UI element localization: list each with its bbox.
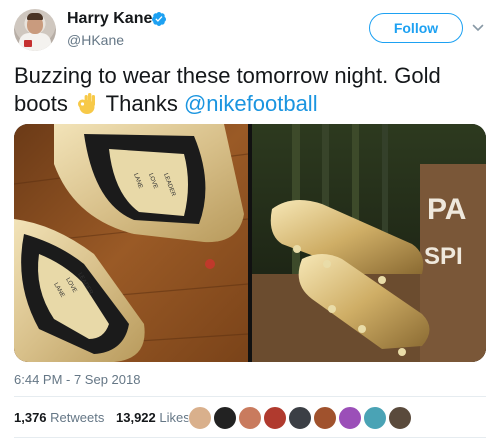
tweet-text: Buzzing to wear these tomorrow night. Go… — [14, 62, 484, 118]
retweets-label: Retweets — [50, 410, 105, 425]
liker-avatar[interactable] — [288, 406, 312, 430]
liker-avatar[interactable] — [263, 406, 287, 430]
sign-text-spi: SPI — [424, 243, 463, 270]
tweet-card: Harry Kane @HKane Follow Buzzing to wear… — [0, 0, 500, 440]
verified-badge-icon — [152, 12, 166, 26]
likes-count: 13,922 — [116, 410, 156, 425]
likes-label: Likes — [159, 410, 190, 425]
liker-avatar[interactable] — [363, 406, 387, 430]
liker-avatar[interactable] — [338, 406, 362, 430]
tweet-stats: 1,376 Retweets 13,922 Likes — [14, 410, 198, 425]
author-name[interactable]: Harry Kane — [67, 10, 152, 28]
mention-link[interactable]: @nikefootball — [184, 91, 318, 116]
liker-avatar[interactable] — [238, 406, 262, 430]
photo-gold-boots[interactable]: PA SPI — [252, 124, 486, 362]
ok-hand-icon — [77, 93, 95, 114]
photo-boot-insoles[interactable]: LANE LOVE LEADER LANE LOVE LEADER — [14, 124, 248, 362]
avatar-hair — [27, 13, 43, 20]
divider — [14, 396, 486, 397]
liker-avatar[interactable] — [188, 406, 212, 430]
retweets-count: 1,376 — [14, 410, 47, 425]
tweet-media[interactable]: LANE LOVE LEADER LANE LOVE LEADER PA SPI — [14, 124, 486, 362]
liker-avatar[interactable] — [213, 406, 237, 430]
chevron-down-icon[interactable] — [472, 22, 484, 34]
tweet-timestamp[interactable]: 6:44 PM - 7 Sep 2018 — [14, 372, 140, 387]
likes-stat[interactable]: 13,922 Likes — [116, 410, 190, 425]
liker-avatar[interactable] — [388, 406, 412, 430]
retweets-stat[interactable]: 1,376 Retweets — [14, 410, 104, 425]
divider — [14, 437, 486, 438]
sign-text-pa: PA — [427, 193, 466, 226]
avatar-crest — [24, 40, 32, 47]
tweet-text-part2: Thanks — [105, 91, 178, 116]
liker-avatar[interactable] — [313, 406, 337, 430]
author-avatar[interactable] — [14, 9, 56, 51]
author-handle[interactable]: @HKane — [67, 32, 124, 48]
follow-button[interactable]: Follow — [369, 13, 463, 43]
